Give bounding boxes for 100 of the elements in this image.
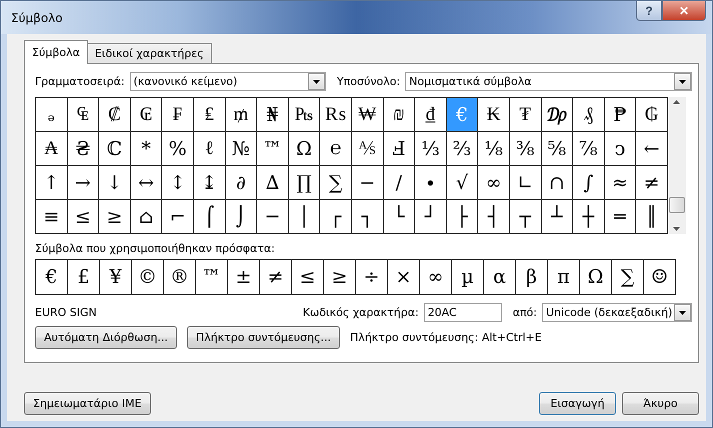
symbol-cell[interactable]: ┴ xyxy=(542,200,574,234)
symbol-cell[interactable]: ℮ xyxy=(320,132,352,166)
symbol-cell[interactable]: % xyxy=(162,132,194,166)
recent-symbol-cell[interactable]: ≥ xyxy=(324,260,356,294)
symbol-cell[interactable]: ℓ xyxy=(194,132,226,166)
cancel-button[interactable]: Άκυρο xyxy=(622,392,699,415)
symbol-cell[interactable]: ═ xyxy=(604,200,636,234)
dropdown-button[interactable] xyxy=(674,304,691,321)
symbol-cell[interactable]: ↨ xyxy=(194,166,226,200)
font-dropdown[interactable]: (κανονικό κείμενο) xyxy=(130,72,326,91)
symbol-cell[interactable]: ₧ xyxy=(288,98,320,132)
symbol-cell[interactable]: ⅞ xyxy=(573,132,605,166)
symbol-cell[interactable]: ≈ xyxy=(604,166,636,200)
symbol-cell[interactable]: ┤ xyxy=(478,200,510,234)
symbol-cell[interactable]: ₱ xyxy=(604,98,636,132)
symbol-cell[interactable]: ₴ xyxy=(68,132,100,166)
symbol-cell[interactable]: ∏ xyxy=(288,166,320,200)
symbol-cell[interactable]: ↔ xyxy=(130,166,162,200)
scroll-down-icon[interactable] xyxy=(673,227,680,231)
symbol-cell[interactable]: ∩ xyxy=(542,166,574,200)
symbol-cell[interactable]: ₫ xyxy=(415,98,447,132)
symbol-cell[interactable]: − xyxy=(352,166,384,200)
symbol-cell[interactable]: * xyxy=(130,132,162,166)
symbol-cell[interactable]: ⅔ xyxy=(446,132,478,166)
symbol-cell[interactable]: ™ xyxy=(257,132,289,166)
symbol-cell[interactable]: ∙ xyxy=(415,166,447,200)
symbol-cell[interactable]: ∟ xyxy=(510,166,542,200)
symbol-cell[interactable]: ₣ xyxy=(162,98,194,132)
symbol-cell[interactable]: ≥ xyxy=(99,200,131,234)
symbol-cell[interactable]: ₥ xyxy=(226,98,258,132)
recent-symbol-cell[interactable]: β xyxy=(516,260,548,294)
insert-button[interactable]: Εισαγωγή xyxy=(539,392,616,415)
symbol-cell[interactable]: ∑ xyxy=(320,166,352,200)
symbol-cell[interactable]: ∕ xyxy=(384,166,416,200)
scroll-thumb[interactable] xyxy=(668,197,685,213)
symbol-cell[interactable]: ₲ xyxy=(636,98,668,132)
symbol-cell[interactable]: ⅍ xyxy=(352,132,384,166)
symbol-cell[interactable]: ├ xyxy=(446,200,478,234)
symbol-cell[interactable]: ₦ xyxy=(257,98,289,132)
recent-symbol-cell[interactable]: α xyxy=(484,260,516,294)
symbol-cell[interactable]: ┼ xyxy=(573,200,605,234)
recent-symbol-cell[interactable]: µ xyxy=(452,260,484,294)
symbol-cell[interactable]: │ xyxy=(288,200,320,234)
recent-symbol-cell[interactable]: Ω xyxy=(580,260,612,294)
symbol-cell[interactable]: ∆ xyxy=(257,166,289,200)
symbol-cell[interactable]: ₢ xyxy=(130,98,162,132)
encoding-dropdown[interactable]: Unicode (δεκαεξαδική) xyxy=(542,303,692,322)
recent-symbol-cell[interactable]: ≠ xyxy=(260,260,292,294)
symbol-cell[interactable]: ⅓ xyxy=(415,132,447,166)
symbol-cell[interactable]: ↕ xyxy=(162,166,194,200)
symbol-cell[interactable]: ₪ xyxy=(384,98,416,132)
dropdown-button[interactable] xyxy=(308,73,325,90)
recent-symbol-cell[interactable]: ¥ xyxy=(100,260,132,294)
dropdown-button[interactable] xyxy=(674,73,691,90)
symbol-cell[interactable]: ║ xyxy=(636,200,668,234)
symbol-cell[interactable]: ₳ xyxy=(36,132,68,166)
symbol-cell[interactable]: ₠ xyxy=(68,98,100,132)
symbol-cell[interactable]: ₯ xyxy=(542,98,574,132)
tab[interactable]: Ειδικοί χαρακτήρες xyxy=(86,43,212,64)
symbol-cell[interactable]: ₩ xyxy=(352,98,384,132)
symbol-cell[interactable]: ⅜ xyxy=(510,132,542,166)
symbol-cell[interactable]: ┐ xyxy=(352,200,384,234)
tab[interactable]: Σύμβολα xyxy=(24,40,88,64)
symbol-cell[interactable]: ₔ xyxy=(36,98,68,132)
help-button[interactable]: ? xyxy=(636,1,662,21)
recent-symbol-cell[interactable]: ≤ xyxy=(292,260,324,294)
symbol-cell[interactable]: ≤ xyxy=(68,200,100,234)
symbol-cell[interactable]: Ω xyxy=(288,132,320,166)
symbol-cell[interactable]: ─ xyxy=(257,200,289,234)
symbol-cell[interactable]: ₨ xyxy=(320,98,352,132)
recent-symbol-cell[interactable]: ☺ xyxy=(644,260,675,294)
recent-symbol-cell[interactable]: ± xyxy=(228,260,260,294)
recent-symbol-cell[interactable]: ÷ xyxy=(356,260,388,294)
symbol-cell[interactable]: ₤ xyxy=(194,98,226,132)
symbol-cell[interactable]: ₮ xyxy=(510,98,542,132)
symbol-cell[interactable]: ₭ xyxy=(478,98,510,132)
symbol-cell[interactable]: ┌ xyxy=(320,200,352,234)
symbol-cell[interactable]: ⌡ xyxy=(226,200,258,234)
scroll-up-icon[interactable] xyxy=(673,100,680,104)
recent-symbol-cell[interactable]: ® xyxy=(164,260,196,294)
symbol-cell[interactable]: ← xyxy=(636,132,668,166)
symbol-cell[interactable]: ₰ xyxy=(573,98,605,132)
symbol-cell[interactable]: № xyxy=(226,132,258,166)
symbol-cell[interactable]: ↄ xyxy=(604,132,636,166)
subset-dropdown[interactable]: Νομισματικά σύμβολα xyxy=(405,72,692,91)
symbol-cell[interactable]: ┘ xyxy=(415,200,447,234)
symbol-cell[interactable]: ⌐ xyxy=(162,200,194,234)
symbol-cell[interactable]: ⅝ xyxy=(542,132,574,166)
symbol-cell[interactable]: ≡ xyxy=(36,200,68,234)
symbol-cell[interactable]: ⌂ xyxy=(130,200,162,234)
recent-symbol-cell[interactable]: ™ xyxy=(196,260,228,294)
symbol-cell[interactable]: ≠ xyxy=(636,166,668,200)
symbol-cell[interactable]: ⌠ xyxy=(194,200,226,234)
shortcut-key-button[interactable]: Πλήκτρο συντόμευσης... xyxy=(186,326,340,349)
symbol-cell[interactable]: ∫ xyxy=(573,166,605,200)
symbol-cell[interactable]: ∂ xyxy=(226,166,258,200)
scrollbar[interactable] xyxy=(668,97,686,234)
recent-symbol-cell[interactable]: π xyxy=(548,260,580,294)
recent-symbol-cell[interactable]: € xyxy=(36,260,68,294)
symbol-cell[interactable]: ┬ xyxy=(510,200,542,234)
